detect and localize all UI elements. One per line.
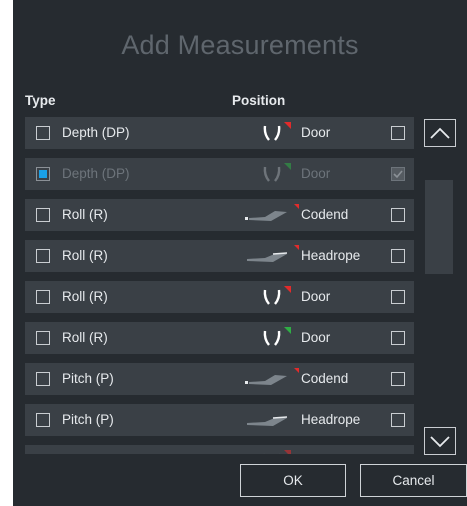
measurement-row[interactable]: Roll (R) Headrope [25, 240, 414, 272]
position-checkbox[interactable] [391, 413, 405, 427]
position-checkbox[interactable] [391, 249, 405, 263]
codend-sensor-icon [235, 366, 301, 392]
position-checkbox[interactable] [391, 126, 405, 140]
measurement-row[interactable]: Roll (R) Codend [25, 199, 414, 231]
measurement-row[interactable]: Roll (R) Door [25, 322, 414, 354]
measurement-type-label: Pitch (P) [62, 371, 114, 386]
scroll-down-button[interactable] [424, 427, 456, 455]
checkbox-fill [39, 170, 47, 178]
ok-button[interactable]: OK [240, 464, 346, 497]
measurement-type-label: Roll (R) [62, 207, 108, 222]
dialog-title: Add Measurements [121, 30, 359, 60]
select-checkbox[interactable] [36, 249, 50, 263]
headrope-sensor-icon [235, 407, 299, 433]
measurement-type-label: Depth (DP) [62, 125, 130, 140]
measurement-row[interactable]: Pitch (P) Codend [25, 363, 414, 395]
position-label: Door [301, 453, 330, 454]
cancel-button[interactable]: Cancel [360, 464, 467, 497]
door-sensor-icon [235, 161, 299, 187]
measurement-list: Depth (DP) Door Depth (DP) Door Roll (R) Code… [25, 117, 414, 454]
measurement-row[interactable]: Roll (R) Door [25, 281, 414, 313]
measurement-row[interactable]: Pitch (P) Headrope [25, 404, 414, 436]
add-measurements-dialog: Add Measurements Type Position Depth (DP… [13, 0, 467, 506]
select-checkbox[interactable] [36, 208, 50, 222]
measurement-type-label: Pitch (P) [62, 453, 114, 454]
position-checkbox[interactable] [391, 208, 405, 222]
measurement-row[interactable]: Depth (DP) Door [25, 158, 414, 190]
select-checkbox[interactable] [36, 372, 50, 386]
position-label: Door [301, 166, 331, 181]
position-label: Headrope [301, 248, 361, 263]
select-checkbox[interactable] [36, 290, 50, 304]
door-sensor-icon [235, 448, 299, 454]
position-label: Codend [301, 371, 349, 386]
door-sensor-icon [235, 284, 299, 310]
chevron-down-icon [430, 436, 450, 448]
scrollbar-thumb[interactable] [425, 180, 453, 274]
column-header-type: Type [25, 93, 56, 108]
select-checkbox[interactable] [36, 413, 50, 427]
select-checkbox[interactable] [36, 126, 50, 140]
measurement-row[interactable]: Pitch (P) Door [25, 445, 414, 454]
position-checkbox[interactable] [391, 331, 405, 345]
codend-sensor-icon [235, 202, 301, 228]
measurement-type-label: Roll (R) [62, 248, 108, 263]
position-label: Door [301, 330, 331, 345]
headrope-sensor-icon [235, 243, 301, 269]
measurement-type-label: Roll (R) [62, 330, 108, 345]
position-label: Codend [301, 207, 349, 222]
door-sensor-icon [235, 120, 299, 146]
select-checkbox[interactable] [36, 167, 50, 181]
position-label: Headrope [301, 412, 361, 427]
scroll-up-button[interactable] [424, 119, 456, 147]
position-label: Door [301, 289, 331, 304]
door-sensor-icon [235, 325, 299, 351]
measurement-type-label: Roll (R) [62, 289, 108, 304]
position-label: Door [301, 125, 331, 140]
measurement-type-label: Depth (DP) [62, 166, 130, 181]
position-checkbox[interactable] [391, 372, 405, 386]
position-checkbox[interactable] [391, 167, 405, 181]
position-checkbox[interactable] [391, 290, 405, 304]
checkmark-icon [393, 170, 403, 179]
measurement-type-label: Pitch (P) [62, 412, 114, 427]
chevron-up-icon [430, 127, 450, 139]
measurement-row[interactable]: Depth (DP) Door [25, 117, 414, 149]
select-checkbox[interactable] [36, 331, 50, 345]
column-header-position: Position [232, 93, 286, 108]
